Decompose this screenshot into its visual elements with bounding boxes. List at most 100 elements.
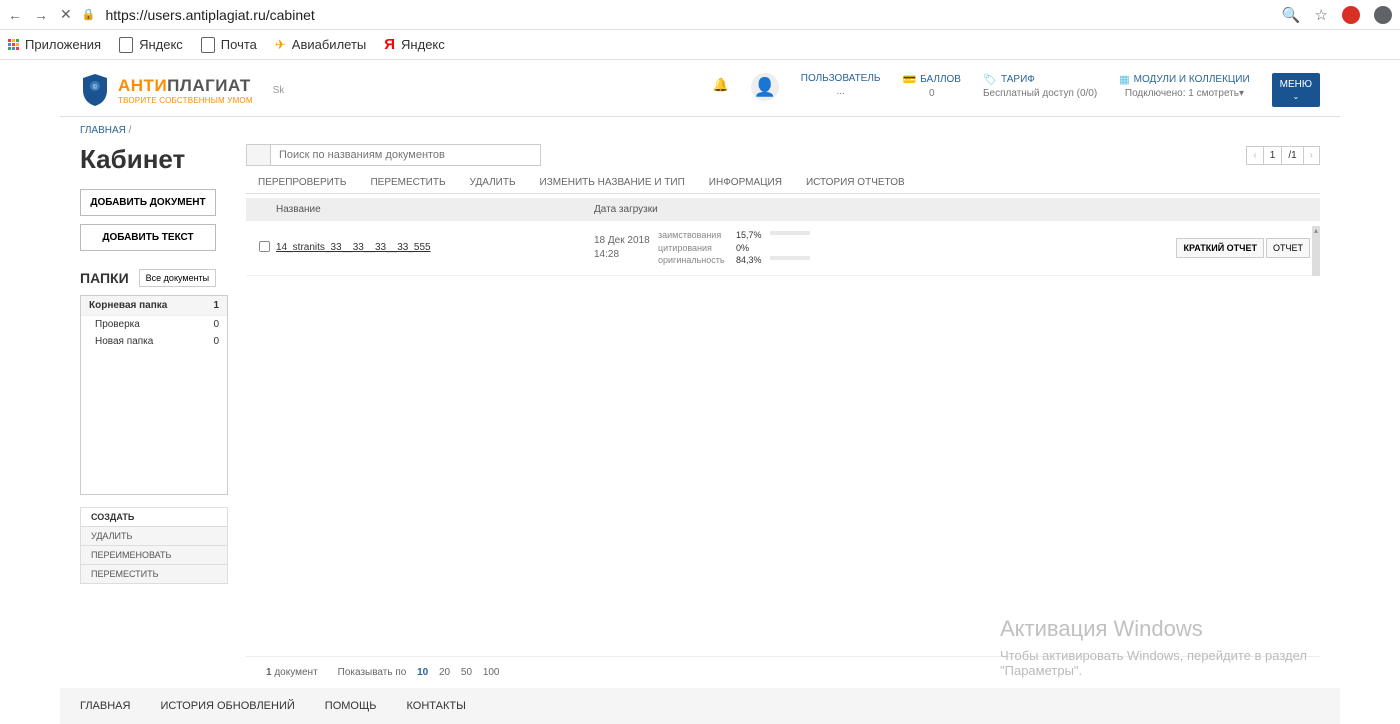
add-document-button[interactable]: ДОБАВИТЬ ДОКУМЕНТ [80, 189, 216, 216]
scrollbar[interactable]: ▴ [1312, 226, 1320, 276]
browser-star-icon[interactable]: ☆ [1315, 6, 1328, 24]
metric-bar [770, 256, 810, 260]
nav-forward-icon[interactable]: → [34, 7, 48, 23]
show-by-label: Показывать по [338, 667, 407, 678]
tab-info[interactable]: ИНФОРМАЦИЯ [697, 172, 794, 193]
row-checkbox[interactable] [259, 241, 270, 252]
footer-help[interactable]: ПОМОЩЬ [325, 700, 377, 712]
yandex-icon: Я [384, 36, 395, 53]
metric-label: цитирования [658, 242, 730, 255]
metric-value: 84,3% [736, 254, 764, 267]
points-label: БАЛЛОВ [920, 74, 961, 85]
breadcrumb-sep: / [129, 125, 132, 136]
report-button[interactable]: ОТЧЕТ [1266, 238, 1310, 258]
page-next-icon[interactable]: › [1304, 147, 1319, 164]
page-size-selector: Показывать по 10 20 50 100 [334, 667, 504, 678]
folder-actions: СОЗДАТЬ УДАЛИТЬ ПЕРЕИМЕНОВАТЬ ПЕРЕМЕСТИТ… [80, 507, 228, 584]
table-header: Название Дата загрузки [246, 198, 1320, 221]
col-date: Дата загрузки [594, 204, 730, 215]
folder-item[interactable]: Новая папка 0 [81, 333, 227, 350]
url-text[interactable]: https://users.antiplagiat.ru/cabinet [105, 7, 1271, 23]
header-modules[interactable]: ▦МОДУЛИ И КОЛЛЕКЦИИ Подключено: 1 смотре… [1119, 73, 1249, 99]
profile-icon[interactable] [1374, 6, 1392, 24]
all-documents-button[interactable]: Все документы [139, 269, 216, 287]
search-button[interactable] [247, 145, 271, 165]
folder-move-button[interactable]: ПЕРЕМЕСТИТЬ [80, 565, 228, 584]
shield-icon: © [80, 72, 110, 108]
folder-create-button[interactable]: СОЗДАТЬ [80, 507, 228, 527]
bottom-bar: 1 документ Показывать по 10 20 50 100 [246, 656, 1320, 688]
menu-label: МЕНЮ [1280, 79, 1312, 90]
folder-delete-button[interactable]: УДАЛИТЬ [80, 527, 228, 546]
tab-history[interactable]: ИСТОРИЯ ОТЧЕТОВ [794, 172, 917, 193]
header-tariff[interactable]: 🏷ТАРИФ Бесплатный доступ (0/0) [983, 73, 1097, 99]
bookmark-label: Авиабилеты [292, 37, 366, 52]
nav-stop-icon[interactable]: ✕ [60, 6, 72, 23]
bookmark-avia[interactable]: ✈Авиабилеты [275, 37, 366, 53]
footer-contacts[interactable]: КОНТАКТЫ [407, 700, 466, 712]
apps-button[interactable]: Приложения [8, 37, 101, 52]
metric-value: 15,7% [736, 229, 764, 242]
folder-count: 0 [213, 336, 219, 347]
folder-root[interactable]: Корневая папка 1 [81, 296, 227, 316]
metric-bar [770, 231, 810, 235]
points-value: 0 [902, 88, 961, 99]
bookmark-mail[interactable]: Почта [201, 37, 257, 53]
header-points[interactable]: 💳БАЛЛОВ 0 [902, 73, 961, 99]
paginator: ‹ 1 /1 › [1246, 146, 1320, 165]
tariff-value: Бесплатный доступ (0/0) [983, 88, 1097, 99]
logo[interactable]: © АНТИПЛАГИАТ ТВОРИТЕ СОБСТВЕННЫМ УМОМ [80, 72, 253, 108]
short-report-button[interactable]: КРАТКИЙ ОТЧЕТ [1176, 238, 1264, 258]
col-name: Название [276, 204, 594, 215]
folder-name: Новая папка [95, 336, 153, 347]
search-input[interactable] [271, 145, 540, 165]
page-size-100[interactable]: 100 [483, 667, 500, 678]
page-size-20[interactable]: 20 [439, 667, 450, 678]
documents-table: Название Дата загрузки 14_stranits_33__3… [246, 198, 1320, 276]
bookmark-label: Яндекс [401, 37, 445, 52]
bookmark-yandex2[interactable]: Я Яндекс [384, 36, 445, 53]
bookmark-label: Яндекс [139, 37, 183, 52]
svg-text:©: © [93, 84, 98, 91]
logo-anti: АНТИ [118, 76, 167, 95]
footer-nav: ГЛАВНАЯ ИСТОРИЯ ОБНОВЛЕНИЙ ПОМОЩЬ КОНТАК… [60, 688, 1340, 724]
add-text-button[interactable]: ДОБАВИТЬ ТЕКСТ [80, 224, 216, 251]
page-prev-icon[interactable]: ‹ [1247, 147, 1263, 164]
folder-rename-button[interactable]: ПЕРЕИМЕНОВАТЬ [80, 546, 228, 565]
tab-delete[interactable]: УДАЛИТЬ [458, 172, 528, 193]
browser-search-icon[interactable]: 🔍 [1282, 6, 1301, 24]
page-size-10[interactable]: 10 [417, 667, 428, 678]
page-current: 1 [1264, 147, 1283, 164]
tab-recheck[interactable]: ПЕРЕПРОВЕРИТЬ [246, 172, 358, 193]
logo-tagline: ТВОРИТЕ СОБСТВЕННЫМ УМОМ [118, 96, 253, 105]
footer-home[interactable]: ГЛАВНАЯ [80, 700, 130, 712]
page-total: /1 [1282, 147, 1303, 164]
tab-rename[interactable]: ИЗМЕНИТЬ НАЗВАНИЕ И ТИП [528, 172, 697, 193]
page-size-50[interactable]: 50 [461, 667, 472, 678]
breadcrumb-home[interactable]: ГЛАВНАЯ [80, 125, 126, 136]
extension-icon[interactable] [1342, 6, 1360, 24]
metric-value: 0% [736, 242, 764, 255]
nav-back-icon[interactable]: ← [8, 7, 22, 23]
grid-icon: ▦ [1119, 73, 1129, 86]
apps-icon [8, 39, 19, 50]
modules-value: Подключено: 1 смотреть▾ [1119, 88, 1249, 99]
footer-updates[interactable]: ИСТОРИЯ ОБНОВЛЕНИЙ [160, 700, 294, 712]
tag-icon: 🏷 [983, 73, 997, 86]
bell-icon[interactable]: 🔔 [713, 77, 729, 93]
user-value: ... [801, 86, 881, 97]
folder-name: Проверка [95, 319, 140, 330]
bookmarks-bar: Приложения Яндекс Почта ✈Авиабилеты Я Янд… [0, 30, 1400, 60]
table-row: 14_stranits_33__33__33__33_555 18 Дек 20… [246, 221, 1320, 276]
bookmark-yandex[interactable]: Яндекс [119, 37, 183, 53]
tab-move[interactable]: ПЕРЕМЕСТИТЬ [358, 172, 457, 193]
document-name[interactable]: 14_stranits_33__33__33__33_555 [276, 242, 594, 253]
chevron-down-icon: ⌄ [1280, 92, 1312, 101]
doc-count-label: документ [272, 667, 318, 678]
folder-item[interactable]: Проверка 0 [81, 316, 227, 333]
breadcrumb: ГЛАВНАЯ / [60, 117, 1340, 144]
header-user[interactable]: ПОЛЬЗОВАТЕЛЬ ... [801, 73, 881, 97]
folder-tree: Корневая папка 1 Проверка 0 Новая папка … [80, 295, 228, 495]
avatar[interactable]: 👤 [751, 73, 779, 101]
menu-button[interactable]: МЕНЮ ⌄ [1272, 73, 1320, 107]
